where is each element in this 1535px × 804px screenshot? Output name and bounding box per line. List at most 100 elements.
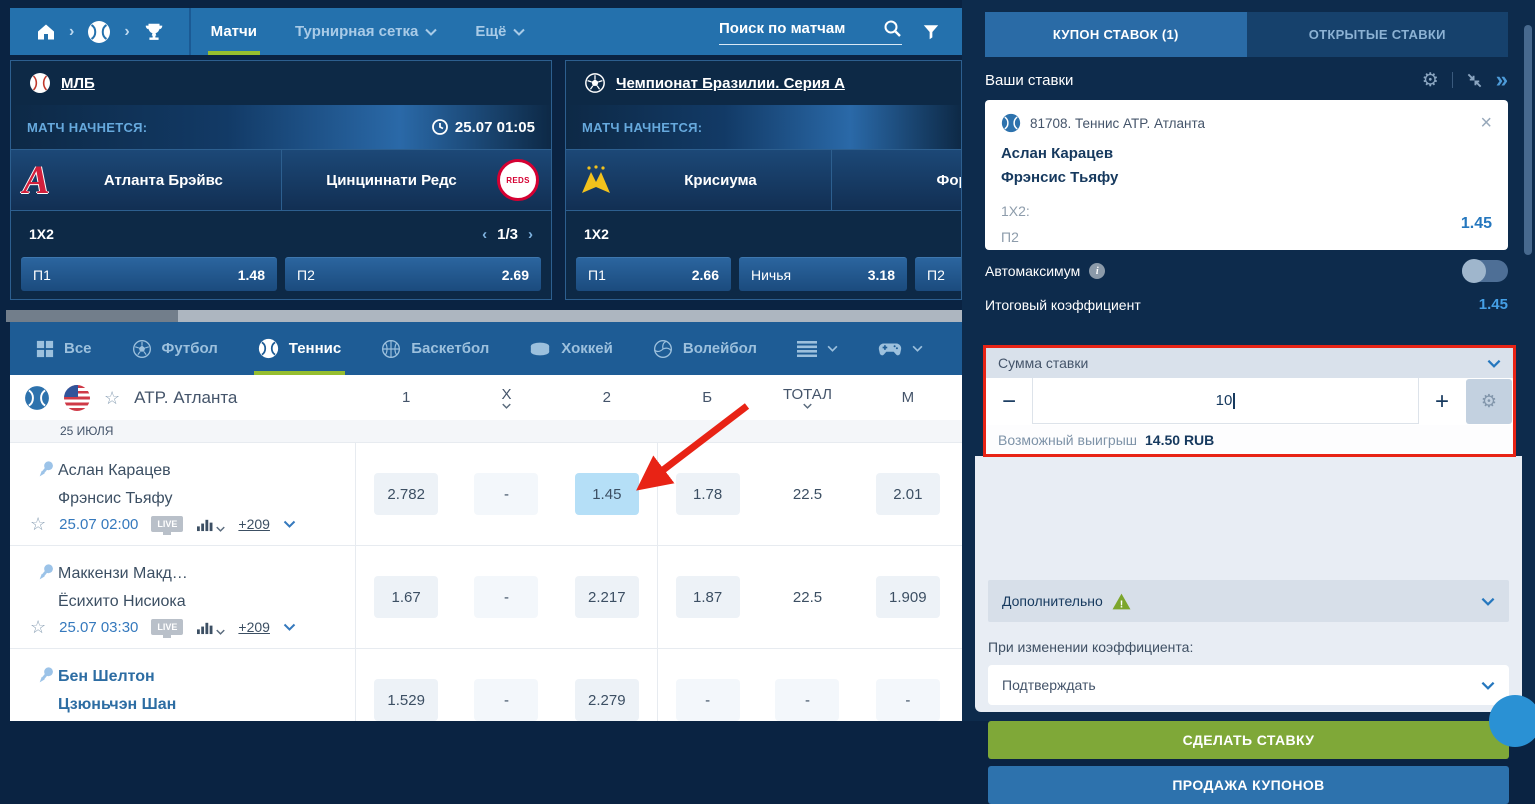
player-name[interactable]: Ёсихито Нисиока: [58, 588, 355, 616]
bet-odds-value: 1.45: [1461, 215, 1492, 233]
sport-tab-all[interactable]: Все: [36, 322, 92, 375]
odds-cell[interactable]: -: [474, 679, 538, 721]
league-link-mlb[interactable]: МЛБ: [61, 75, 95, 92]
live-badge: LIVE: [151, 619, 183, 635]
odds-cell[interactable]: -: [474, 473, 538, 515]
info-icon[interactable]: i: [1089, 263, 1105, 279]
column-header-2: 2: [603, 389, 611, 406]
odds-cell[interactable]: -: [876, 679, 940, 721]
odds-cell[interactable]: 1.67: [374, 576, 438, 618]
place-bet-button[interactable]: СДЕЛАТЬ СТАВКУ: [988, 721, 1509, 759]
trophy-icon[interactable]: [143, 21, 165, 43]
esports-menu[interactable]: [878, 322, 923, 375]
tab-matches[interactable]: Матчи: [211, 8, 257, 55]
odds-cell[interactable]: 2.217: [575, 576, 639, 618]
stats-icon[interactable]: [196, 517, 225, 532]
filter-icon[interactable]: [922, 23, 940, 41]
team-away[interactable]: Форталеза: [831, 150, 962, 210]
sport-tab-football[interactable]: Футбол: [132, 322, 218, 375]
column-header-x[interactable]: X: [501, 386, 511, 403]
sport-tab-volleyball[interactable]: Волейбол: [653, 322, 757, 375]
sport-tab-tennis[interactable]: Теннис: [258, 322, 341, 375]
sport-tab-label: Футбол: [162, 340, 218, 357]
odds-cell[interactable]: -: [474, 576, 538, 618]
player-name[interactable]: Фрэнсис Тьяфу: [58, 485, 355, 513]
favorite-star-icon[interactable]: ☆: [30, 515, 46, 533]
more-markets-link[interactable]: +209: [238, 619, 270, 635]
double-chevron-right-icon[interactable]: »: [1496, 69, 1508, 91]
chevron-down-icon[interactable]: [283, 623, 296, 631]
collapse-icon[interactable]: [1466, 72, 1483, 89]
horizontal-scrollbar[interactable]: [6, 310, 962, 322]
player-name[interactable]: Маккензи Макд…: [58, 560, 355, 588]
additional-accordion[interactable]: Дополнительно !: [988, 580, 1509, 622]
odds-cell[interactable]: 1.87: [676, 576, 740, 618]
tab-tournament-bracket[interactable]: Турнирная сетка: [295, 8, 437, 55]
more-markets-link[interactable]: +209: [238, 516, 270, 532]
sell-coupons-button[interactable]: ПРОДАЖА КУПОНОВ: [988, 766, 1509, 804]
close-icon[interactable]: ×: [1480, 113, 1492, 133]
odds-button-p2[interactable]: П2 2.69: [285, 257, 541, 291]
odds-cell[interactable]: -: [676, 679, 740, 721]
pager-prev-icon[interactable]: ‹: [482, 226, 487, 243]
team-away[interactable]: Цинциннати Редс REDS: [281, 150, 551, 210]
decrease-stake-button[interactable]: −: [986, 378, 1032, 425]
bet-pick-label: П2: [1001, 224, 1030, 250]
odds-cell[interactable]: 2.782: [374, 473, 438, 515]
pin-icon[interactable]: [34, 665, 56, 687]
league-link-brazil[interactable]: Чемпионат Бразилии. Серия А: [616, 75, 845, 92]
odds-button-p2[interactable]: П2: [915, 257, 962, 291]
match-starts-label: МАТЧ НАЧНЕТСЯ:: [582, 120, 702, 135]
sport-tab-basketball[interactable]: Баскетбол: [381, 322, 489, 375]
odds-button-p1[interactable]: П1 2.66: [576, 257, 731, 291]
player-name[interactable]: Бен Шелтон: [58, 663, 355, 691]
pin-icon[interactable]: [34, 459, 56, 481]
home-icon[interactable]: [36, 22, 56, 42]
tab-more[interactable]: Ещё: [475, 8, 525, 55]
odds-cell[interactable]: -: [775, 679, 839, 721]
possible-win-label: Возможный выигрыш: [998, 432, 1137, 448]
stats-icon[interactable]: [196, 620, 225, 635]
pager-next-icon[interactable]: ›: [528, 226, 533, 243]
sport-tab-label: Баскетбол: [411, 340, 489, 357]
pin-icon[interactable]: [34, 562, 56, 584]
column-header-total[interactable]: ТОТАЛ: [783, 386, 832, 403]
sport-tab-hockey[interactable]: Хоккей: [529, 322, 613, 375]
odds-cell[interactable]: 1.78: [676, 473, 740, 515]
player-name[interactable]: Аслан Карацев: [58, 457, 355, 485]
tennis-icon[interactable]: [87, 20, 111, 44]
team-home[interactable]: A Атланта Брэйвс: [11, 150, 281, 210]
automax-toggle[interactable]: [1462, 260, 1508, 282]
team-home[interactable]: Крисиума: [566, 150, 831, 210]
coef-change-select[interactable]: Подтверждать: [988, 665, 1509, 705]
sports-list-menu[interactable]: [797, 322, 838, 375]
favorite-star-icon[interactable]: ☆: [30, 618, 46, 636]
increase-stake-button[interactable]: +: [1419, 378, 1465, 425]
odds-cell-selected[interactable]: 1.45: [575, 473, 639, 515]
chevron-down-icon: [827, 345, 838, 352]
tab-bet-coupon[interactable]: КУПОН СТАВОК (1): [985, 12, 1247, 57]
player-name[interactable]: Цзюньчэн Шан: [58, 691, 355, 719]
odds-cell[interactable]: 1.529: [374, 679, 438, 721]
stake-input[interactable]: 10: [1032, 378, 1419, 424]
event-row: Аслан Карацев Фрэнсис Тьяфу ☆ 25.07 02:0…: [10, 442, 962, 545]
horizontal-scrollbar-thumb[interactable]: [6, 310, 178, 322]
chevron-down-icon[interactable]: [283, 520, 296, 528]
odds-button-draw[interactable]: Ничья 3.18: [739, 257, 907, 291]
odds-cell[interactable]: 2.01: [876, 473, 940, 515]
svg-text:!: !: [1120, 598, 1124, 610]
match-search-input[interactable]: Поиск по матчам: [719, 19, 902, 45]
odds-cell[interactable]: 2.279: [575, 679, 639, 721]
floating-action-button[interactable]: [1489, 695, 1535, 747]
odds-button-p1[interactable]: П1 1.48: [21, 257, 277, 291]
vertical-scrollbar-thumb[interactable]: [1524, 25, 1532, 255]
tab-open-bets[interactable]: ОТКРЫТЫЕ СТАВКИ: [1247, 12, 1509, 57]
stake-settings-button[interactable]: ⚙: [1466, 379, 1512, 424]
odds-cell[interactable]: 1.909: [876, 576, 940, 618]
stake-amount-dropdown[interactable]: Сумма ставки: [986, 348, 1513, 378]
favorite-star-icon[interactable]: ☆: [104, 389, 120, 407]
search-icon[interactable]: [883, 19, 902, 38]
tab-open-bets-label: ОТКРЫТЫЕ СТАВКИ: [1309, 27, 1446, 42]
match-start-time: 25.07 01:05: [455, 119, 535, 136]
gear-icon[interactable]: ⚙: [1422, 71, 1439, 90]
